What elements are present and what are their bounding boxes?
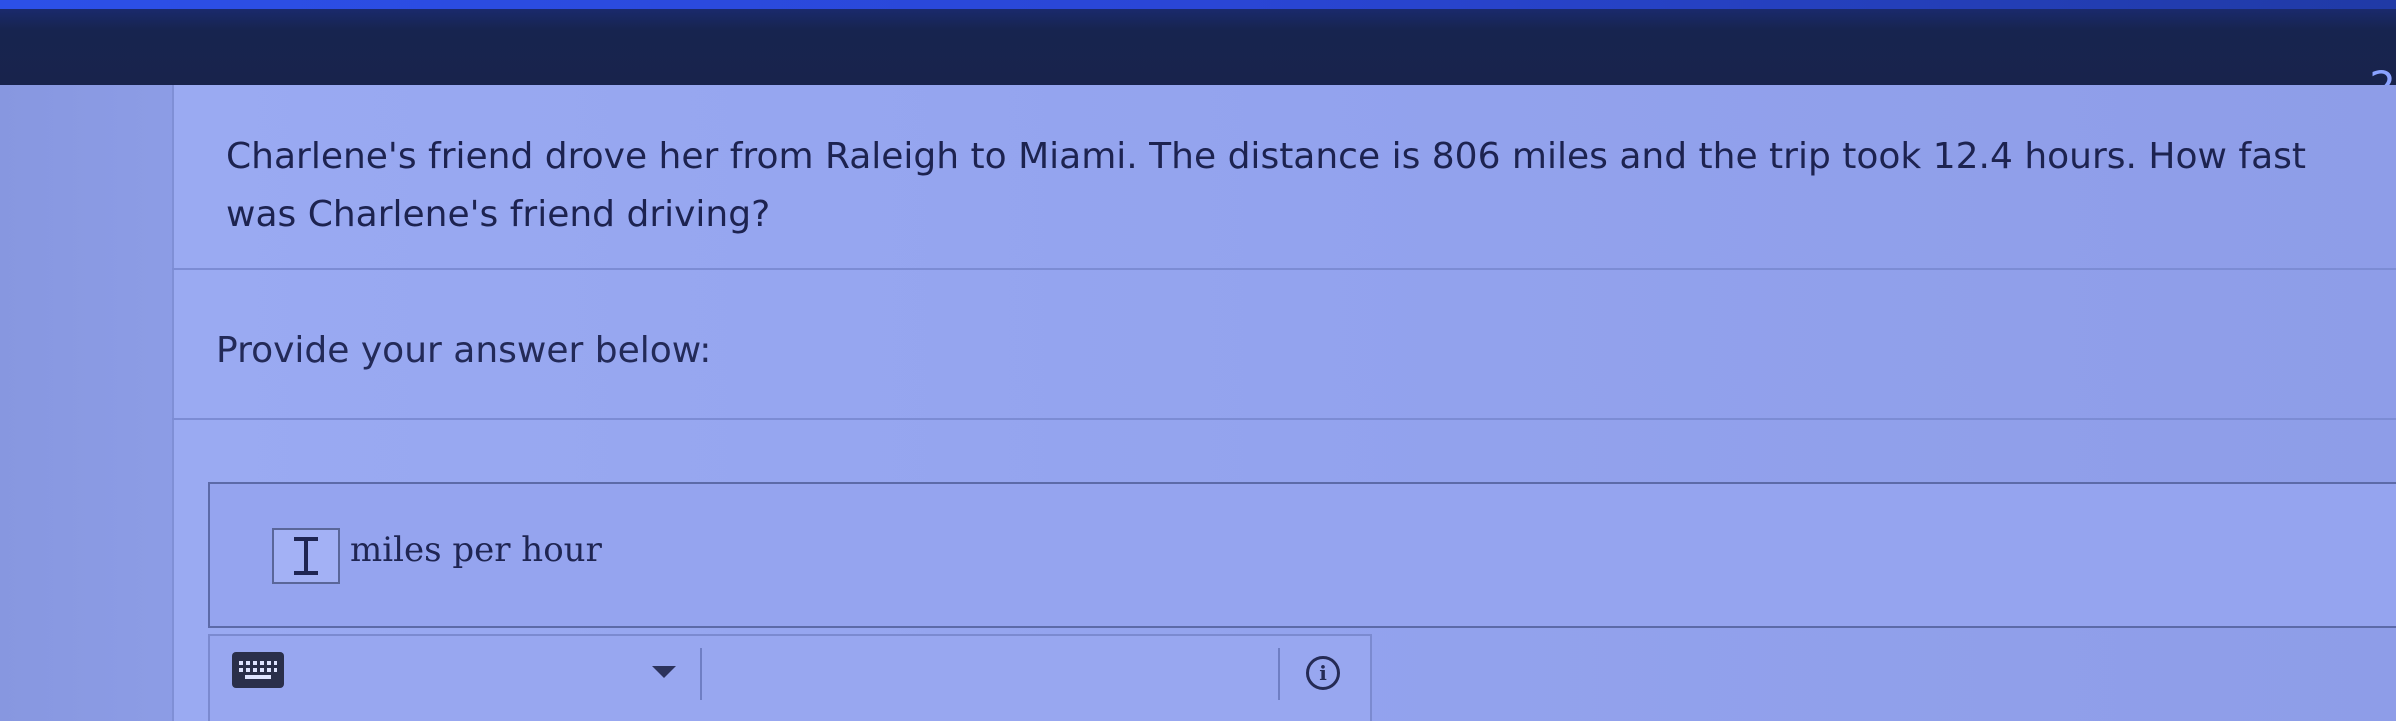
answer-input[interactable]: [272, 528, 340, 584]
question-text: Charlene's friend drove her from Raleigh…: [226, 136, 2307, 235]
answer-prompt: Provide your answer below:: [216, 330, 712, 371]
divider-line: [172, 418, 2396, 420]
math-toolbar: [208, 634, 1372, 721]
text-cursor-icon: [294, 537, 318, 575]
left-margin: [0, 85, 190, 721]
top-header-bar: [0, 0, 2396, 85]
toolbar-divider: [1278, 648, 1280, 700]
toolbar-divider: [700, 648, 702, 700]
chevron-down-icon[interactable]: [652, 666, 676, 678]
keyboard-button[interactable]: [232, 652, 284, 688]
info-icon[interactable]: i: [1306, 656, 1340, 690]
header-accent-stripe: [0, 0, 2396, 9]
answer-unit-label: miles per hour: [350, 530, 602, 570]
divider-line: [172, 268, 2396, 270]
keyboard-icon: [239, 661, 277, 679]
